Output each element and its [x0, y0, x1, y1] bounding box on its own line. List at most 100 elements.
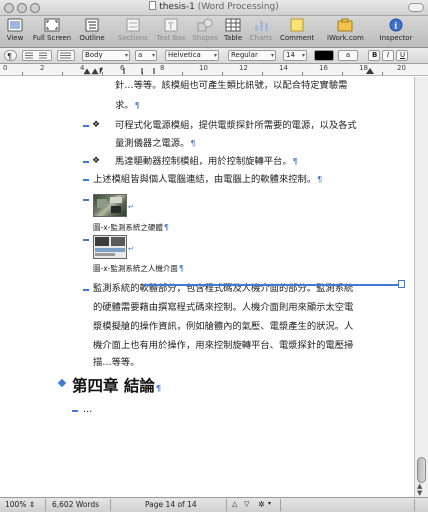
next-page-button[interactable]: ▽	[244, 500, 249, 508]
ruler[interactable]: 0 2 4 6 8 10 12 14 16 18 20	[0, 64, 428, 76]
vertical-scrollbar[interactable]: ▲ ▼	[414, 77, 428, 497]
font-size-select[interactable]: 14 ▾	[283, 50, 307, 61]
divider	[110, 499, 111, 511]
styles-drawer-button[interactable]: ¶	[4, 50, 17, 61]
full-screen-button[interactable]: Full Screen	[32, 18, 72, 42]
divider	[45, 499, 46, 511]
title-bar: thesis-1 (Word Processing)	[0, 0, 428, 16]
window-subtitle: (Word Processing)	[197, 2, 279, 12]
charts-button[interactable]: Charts	[248, 18, 274, 42]
iwork-button[interactable]: iWork.com	[327, 18, 364, 42]
change-bar	[72, 410, 78, 412]
body-text-line[interactable]: 上述模組皆與個人電腦連結，由電腦上的軟體來控制。¶	[93, 174, 322, 186]
inspector-button[interactable]: i Inspector	[378, 18, 414, 42]
comment-icon	[290, 18, 304, 32]
ruler-number: 10	[199, 64, 208, 72]
text-box-button[interactable]: T Text Box	[155, 18, 187, 42]
font-weight-select[interactable]: Regular ▾	[228, 50, 276, 61]
window-title-text: thesis-1	[159, 2, 195, 12]
shapes-icon	[197, 18, 213, 32]
bold-button[interactable]: B	[368, 50, 380, 61]
document-icon	[149, 1, 157, 10]
divider	[414, 499, 415, 511]
paragraph-style-select[interactable]: Body ▾	[82, 50, 130, 61]
indent-buttons[interactable]	[22, 50, 52, 61]
underline-button[interactable]: U	[396, 50, 408, 61]
divider	[280, 499, 281, 511]
ruler-number: 14	[279, 64, 288, 72]
outline-button[interactable]: Outline	[78, 18, 106, 42]
pilcrow-mark: ¶	[292, 157, 298, 166]
toolbar-toggle-button[interactable]	[408, 3, 424, 12]
svg-text:i: i	[394, 21, 397, 31]
highlight-color-button[interactable]: a	[338, 50, 358, 61]
hmi-screenshot-content	[95, 237, 125, 256]
chevron-updown-icon: ⇕	[28, 500, 36, 509]
character-style-select[interactable]: a ▾	[135, 50, 157, 61]
chevron-down-icon: ▾	[124, 52, 128, 59]
ruler-number: 16	[319, 64, 328, 72]
scroll-thumb[interactable]	[417, 457, 426, 483]
selection-handle[interactable]	[398, 280, 405, 288]
full-screen-icon	[44, 18, 60, 32]
divider	[226, 499, 227, 511]
iwork-icon	[337, 18, 353, 32]
anchor-mark: ↵	[128, 245, 134, 253]
sections-button[interactable]: Sections	[118, 18, 148, 42]
svg-text:T: T	[167, 22, 174, 32]
body-text-line[interactable]: 漿模擬艙的操作資訊，例如艙體內的氣壓、電漿產生的狀況。人	[93, 321, 353, 333]
ruler-tick	[302, 72, 303, 75]
shapes-button[interactable]: Shapes	[192, 18, 218, 42]
body-text-line[interactable]: 機介面上也有用於操作，用來控制旋轉平台、電漿探針的電壓掃	[93, 340, 353, 352]
page-indicator: Page 14 of 14	[145, 500, 197, 509]
bullet-text-line[interactable]: 可程式化電源模組，提供電漿探針所需要的電源，以及各式	[115, 120, 357, 132]
chevron-down-icon[interactable]: ▾	[268, 500, 271, 507]
view-button[interactable]: View	[3, 18, 27, 42]
ruler-tick	[62, 72, 63, 75]
ruler-number: 12	[239, 64, 248, 72]
window-title: thesis-1 (Word Processing)	[0, 1, 428, 12]
hardware-photo[interactable]	[93, 194, 127, 217]
ruler-tick	[22, 72, 23, 75]
ruler-number: 20	[397, 64, 406, 72]
bullet-glyph: ❖	[92, 120, 101, 130]
previous-page-button[interactable]: △	[232, 500, 237, 508]
pilcrow-mark: ¶	[190, 139, 196, 148]
body-text-line[interactable]: 求。¶	[115, 100, 140, 112]
body-text-line[interactable]: 針…等等。該模組也可產生類比訊號，以配合特定實驗需	[115, 80, 347, 92]
table-button[interactable]: Table	[222, 18, 244, 42]
change-bar	[83, 161, 89, 163]
change-bar	[83, 289, 89, 291]
figure-caption[interactable]: 圖-x-監測系統之人機介面¶	[93, 263, 184, 274]
comment-button[interactable]: Comment	[280, 18, 314, 42]
body-text-line[interactable]: 的硬體需要藉由撰寫程式碼來控制。人機介面則用來顯示太空電	[93, 302, 353, 314]
figure-caption[interactable]: 圖-x-監測系統之硬體¶	[93, 222, 169, 233]
body-text-line[interactable]: 描…等等。	[93, 357, 140, 369]
status-bar: 100% ⇕ 6,602 Words Page 14 of 14 △ ▽ ✲ ▾	[0, 497, 428, 512]
line-spacing-button[interactable]	[57, 50, 75, 61]
outline-diamond-marker[interactable]	[57, 378, 67, 388]
bullet-glyph: ❖	[92, 156, 101, 166]
list-icon	[60, 52, 71, 59]
tab-stop-markers[interactable]	[84, 66, 164, 75]
bullet-text-line[interactable]: 馬達驅動器控制模組，用於控制旋轉平台。¶	[115, 156, 298, 168]
text-box-icon: T	[164, 18, 178, 32]
zoom-select[interactable]: 100% ⇕	[5, 500, 35, 509]
bullet-text-line[interactable]: 量測儀器之電源。¶	[115, 138, 195, 150]
anchor-mark: ↵	[128, 203, 134, 211]
word-count: 6,602 Words	[52, 500, 100, 509]
gear-icon[interactable]: ✲	[258, 500, 265, 509]
body-text-line[interactable]: …	[83, 404, 92, 416]
toolbar: View Full Screen Outline Sections T Text…	[0, 16, 428, 48]
right-indent-marker[interactable]	[364, 66, 378, 75]
font-family-select[interactable]: Helvetica ▾	[165, 50, 219, 61]
italic-button[interactable]: I	[382, 50, 394, 61]
chapter-heading[interactable]: 第四章 結論¶	[72, 374, 161, 396]
scroll-down-arrow-icon[interactable]: ▼	[417, 489, 422, 497]
change-bar	[83, 239, 89, 241]
text-color-well[interactable]	[314, 50, 334, 61]
svg-text:¶: ¶	[7, 52, 12, 60]
hmi-screenshot[interactable]	[93, 235, 127, 259]
document-canvas[interactable]: 針…等等。該模組也可產生類比訊號，以配合特定實驗需 求。¶ ❖ 可程式化電源模組…	[0, 77, 414, 497]
change-bar	[83, 199, 89, 201]
